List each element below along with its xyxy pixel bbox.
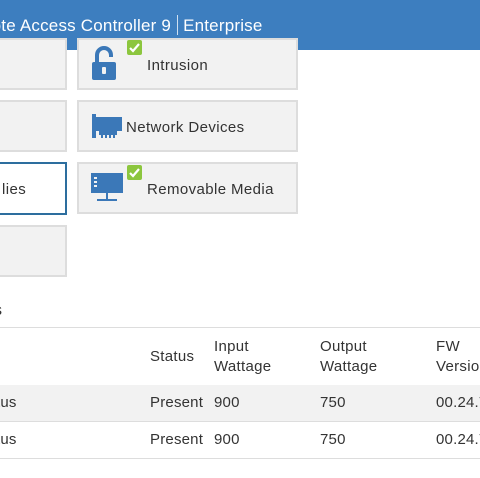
tile-intrusion[interactable]: Intrusion	[77, 38, 298, 90]
tile-power-supplies[interactable]: lies	[0, 162, 67, 215]
cell-name: tus	[0, 431, 17, 448]
table-row: tus Present 900 750 00.24.7	[0, 422, 480, 458]
col-header-fw-version: FW Versio	[436, 338, 480, 375]
product-edition: Enterprise	[183, 16, 263, 35]
status-ok-icon	[127, 165, 142, 180]
media-monitor-icon	[90, 172, 124, 209]
section-divider	[0, 327, 480, 328]
tile-removable-media[interactable]: Removable Media	[77, 162, 298, 214]
app-title: note Access Controller 9 Enterprise	[0, 15, 263, 36]
cell-status: Present	[150, 394, 204, 411]
col-header-status: Status	[150, 348, 195, 365]
network-card-icon	[90, 113, 124, 144]
cell-input-wattage: 900	[214, 431, 240, 448]
status-ok-icon	[127, 40, 142, 55]
tile-network-devices-label: Network Devices	[126, 119, 245, 136]
section-title: s	[0, 302, 2, 320]
cell-input-wattage: 900	[214, 394, 240, 411]
row-divider	[0, 458, 480, 459]
col-header-output-wattage: Output Wattage	[320, 338, 378, 375]
cell-output-wattage: 750	[320, 431, 346, 448]
table-row: tus Present 900 750 00.24.7	[0, 385, 480, 421]
cell-name: tus	[0, 394, 17, 411]
product-name: note Access Controller 9	[0, 16, 172, 35]
tile-network-devices[interactable]: Network Devices	[77, 100, 298, 152]
cell-fw-version: 00.24.7	[436, 431, 480, 448]
tile-left-top[interactable]	[0, 38, 67, 90]
col-header-input-wattage: Input Wattage	[214, 338, 272, 375]
lock-icon	[91, 46, 117, 87]
tile-intrusion-label: Intrusion	[147, 57, 209, 74]
tile-power-supplies-label: lies	[2, 181, 27, 198]
cell-output-wattage: 750	[320, 394, 346, 411]
tile-removable-media-label: Removable Media	[147, 181, 274, 198]
tile-left-bottom[interactable]	[0, 225, 67, 277]
cell-fw-version: 00.24.7	[436, 394, 480, 411]
tile-left-second[interactable]	[0, 100, 67, 152]
cell-status: Present	[150, 431, 204, 448]
title-separator	[177, 15, 179, 35]
